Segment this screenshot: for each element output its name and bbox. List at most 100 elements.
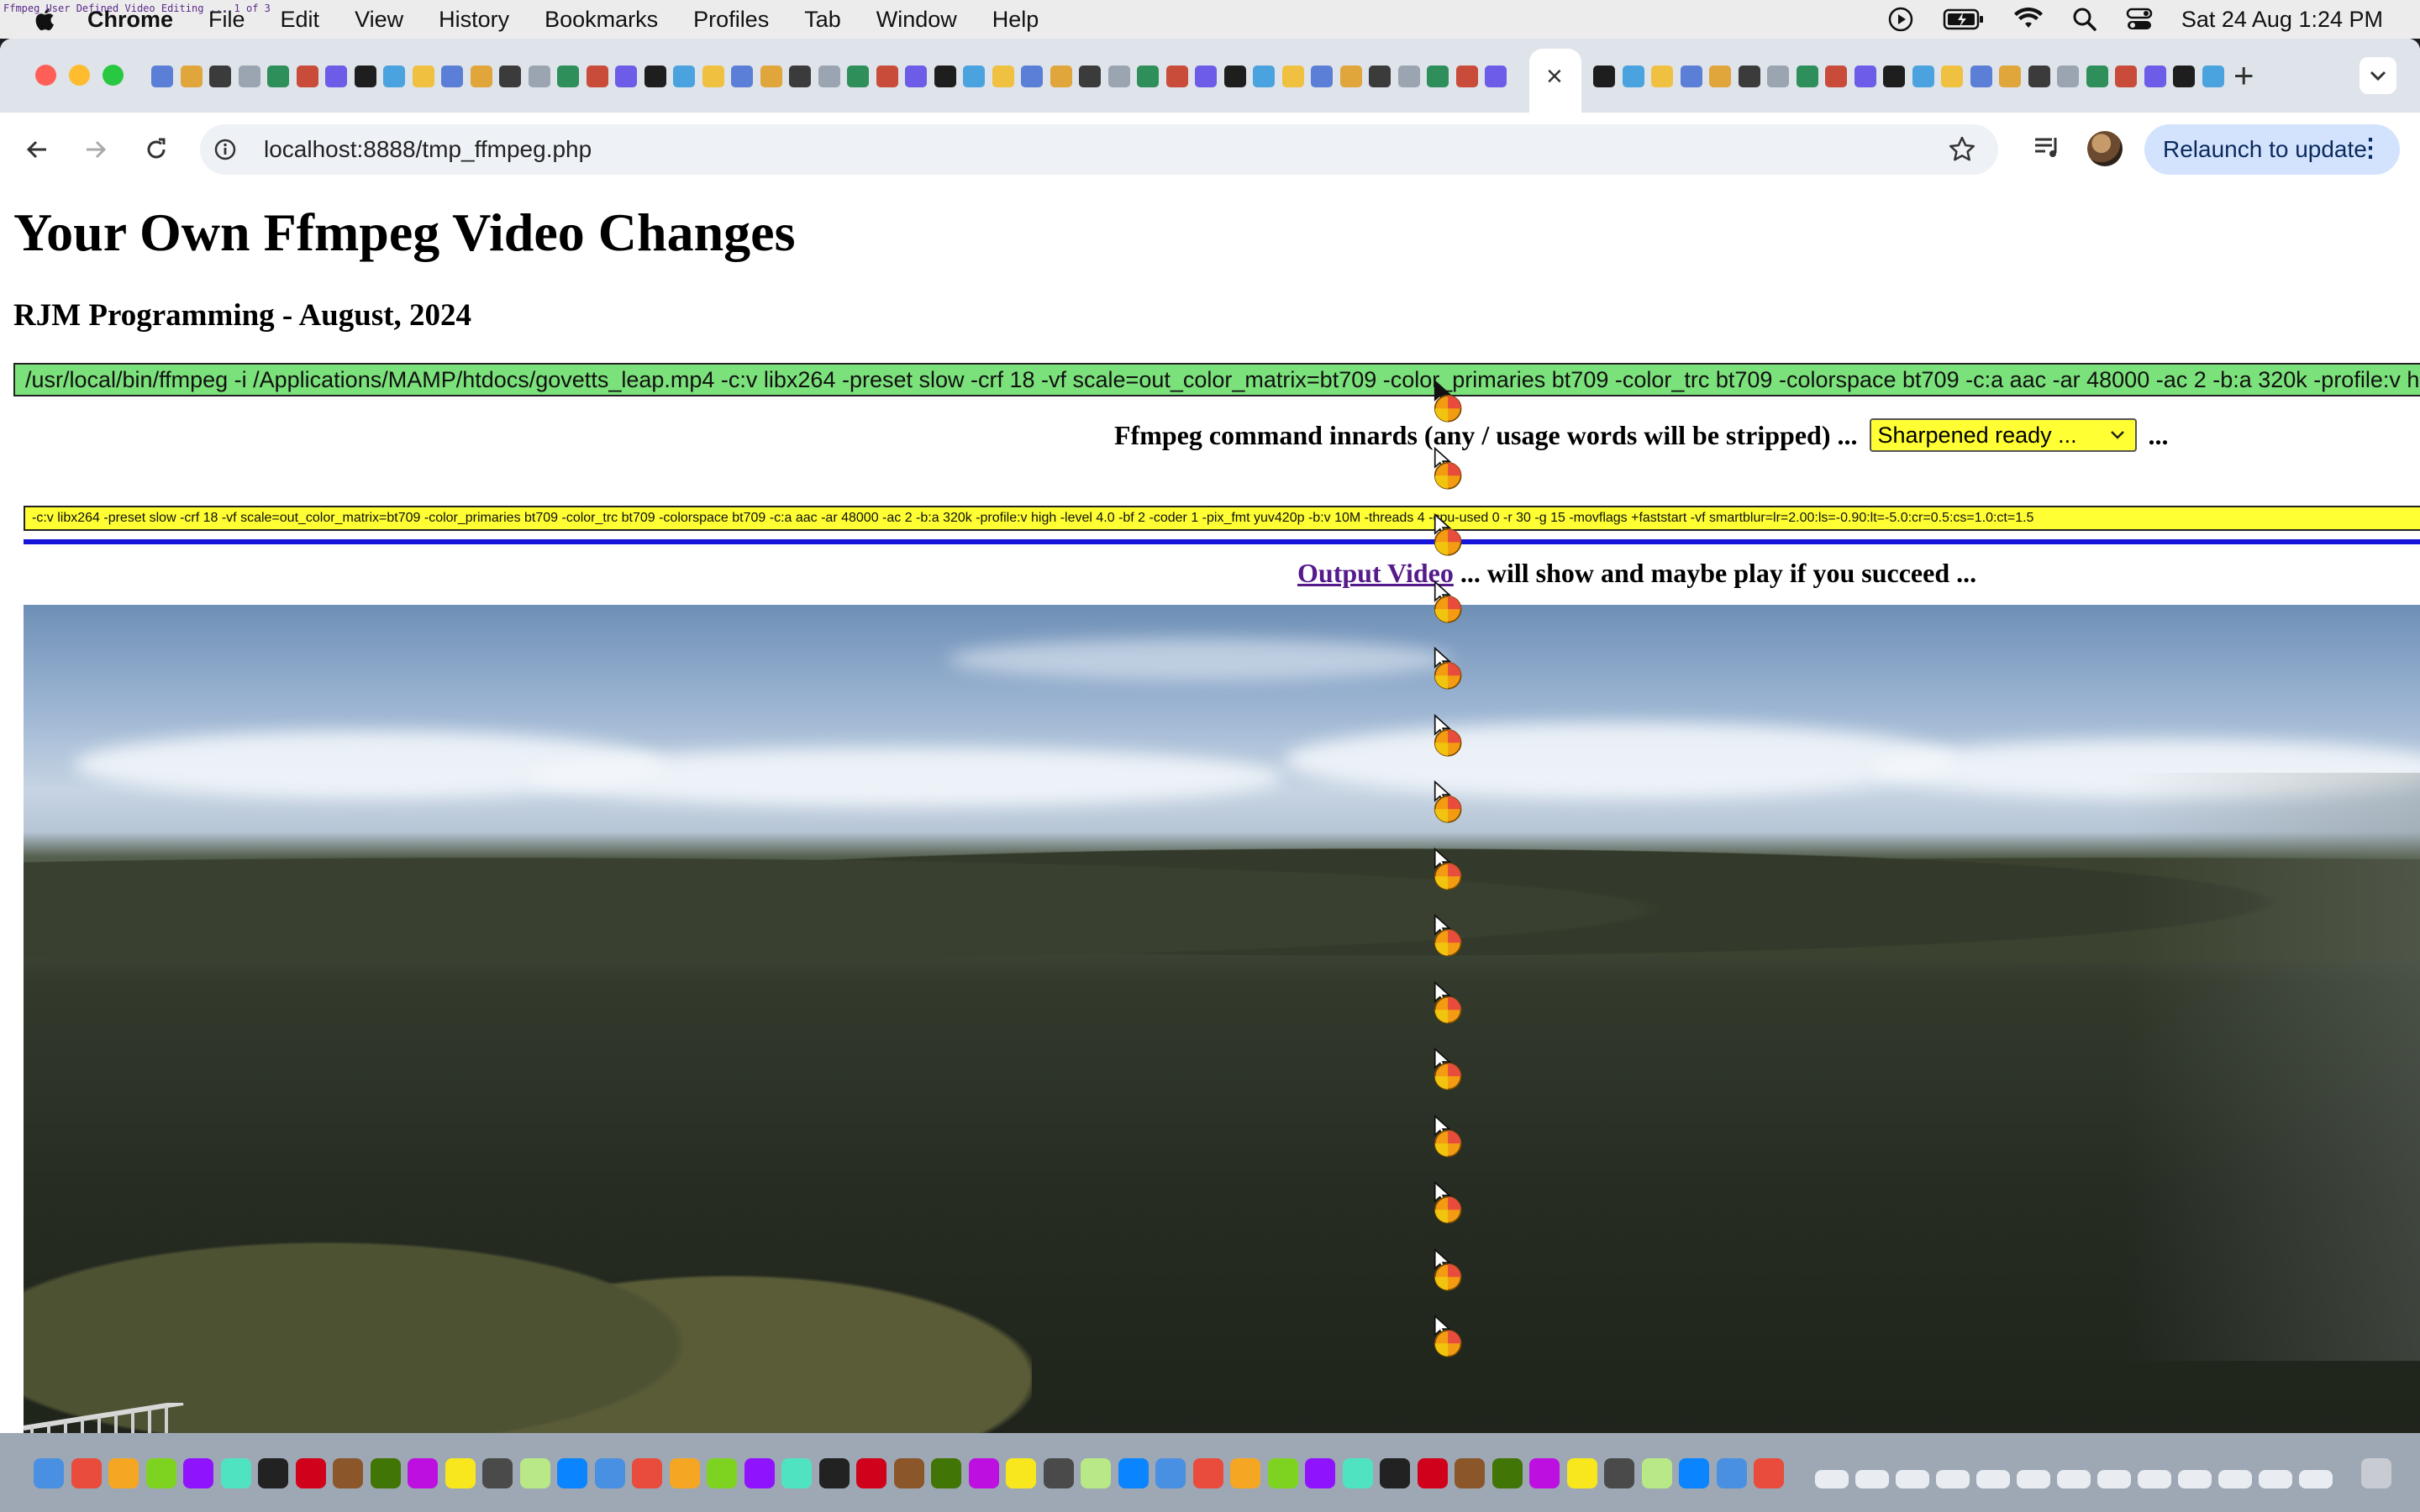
tab-favicon[interactable] [297,66,318,87]
tab-favicon[interactable] [876,66,898,87]
menu-clock[interactable]: Sat 24 Aug 1:24 PM [2181,7,2383,33]
tab-favicon[interactable] [2144,66,2166,87]
spotlight-search-icon[interactable] [2072,7,2097,32]
dock-app-icon[interactable] [1230,1458,1260,1488]
tab-favicon[interactable] [1195,66,1217,87]
tab-favicon[interactable] [1398,66,1420,87]
dock-window-thumbnail[interactable] [2138,1470,2171,1488]
tab-favicon[interactable] [267,66,289,87]
dock-window-thumbnail[interactable] [1855,1470,1889,1488]
output-video-frame[interactable] [24,605,2420,1433]
dock-window-thumbnail[interactable] [1815,1470,1849,1488]
tab-favicon[interactable] [2173,66,2195,87]
tab-favicon[interactable] [181,66,203,87]
tab-favicon[interactable] [1651,66,1673,87]
dock-app-icon[interactable] [1717,1458,1747,1488]
tab-favicon[interactable] [209,66,231,87]
dock-app-icon[interactable] [34,1458,64,1488]
tab-favicon[interactable] [1485,66,1507,87]
tab-favicon[interactable] [1797,66,1818,87]
dock-app-icon[interactable] [707,1458,737,1488]
tab-favicon[interactable] [1854,66,1876,87]
dock-app-icon[interactable] [1044,1458,1074,1488]
dock-app-icon[interactable] [894,1458,924,1488]
play-circle-icon[interactable] [1887,6,1914,33]
reload-button[interactable] [138,131,175,168]
menu-window[interactable]: Window [876,7,957,33]
tab-favicon[interactable] [2086,66,2108,87]
tab-favicon[interactable] [587,66,608,87]
menu-history[interactable]: History [439,7,509,33]
tab-favicon[interactable] [1970,66,1992,87]
tab-favicon[interactable] [1912,66,1934,87]
tab-favicon[interactable] [499,66,521,87]
tab-favicon[interactable] [673,66,695,87]
dock-app-icon[interactable] [1679,1458,1709,1488]
dock-window-thumbnail[interactable] [1976,1470,2010,1488]
dock-app-icon[interactable] [1604,1458,1634,1488]
preset-select[interactable]: Sharpened ready ... [1869,418,2137,452]
bookmark-star-icon[interactable] [1948,135,1976,164]
dock-app-icon[interactable] [856,1458,886,1488]
tab-favicon[interactable] [1767,66,1789,87]
dock-app-icon[interactable] [1193,1458,1223,1488]
dock-app-icon[interactable] [1529,1458,1560,1488]
tab-favicon[interactable] [2028,66,2050,87]
tab-favicon[interactable] [905,66,927,87]
dock-app-icon[interactable] [1118,1458,1149,1488]
dock-window-thumbnail[interactable] [1936,1470,1970,1488]
tab-favicon[interactable] [239,66,260,87]
tab-favicon[interactable] [557,66,579,87]
zoom-window-button[interactable] [103,65,124,86]
tab-favicon[interactable] [1166,66,1188,87]
tab-favicon[interactable] [731,66,753,87]
tab-favicon[interactable] [1021,66,1043,87]
dock-window-thumbnail[interactable] [2178,1470,2212,1488]
tab-favicon[interactable] [1311,66,1333,87]
media-control-icon[interactable] [2032,133,2062,163]
dock-app-icon[interactable] [108,1458,139,1488]
tab-favicon[interactable] [151,66,173,87]
tab-favicon[interactable] [644,66,666,87]
dock-app-icon[interactable] [183,1458,213,1488]
trash-icon[interactable] [2361,1458,2391,1488]
tab-favicon[interactable] [1941,66,1963,87]
dock-window-thumbnail[interactable] [2017,1470,2050,1488]
tab-close-icon[interactable]: × [1546,60,1563,93]
dock-app-icon[interactable] [1455,1458,1485,1488]
forward-button[interactable] [77,131,114,168]
tab-favicon[interactable] [1999,66,2021,87]
tab-favicon[interactable] [529,66,550,87]
profile-avatar[interactable] [2087,131,2123,166]
dock-app-icon[interactable] [557,1458,587,1488]
dock-app-icon[interactable] [1006,1458,1036,1488]
tab-favicon[interactable] [1593,66,1615,87]
tab-favicon[interactable] [1253,66,1275,87]
dock-app-icon[interactable] [1418,1458,1448,1488]
menu-edit[interactable]: Edit [281,7,320,33]
tab-favicon[interactable] [325,66,347,87]
minimize-window-button[interactable] [69,65,90,86]
tab-favicon[interactable] [818,66,840,87]
dock-app-icon[interactable] [1268,1458,1298,1488]
dock-app-icon[interactable] [1081,1458,1111,1488]
more-vert-icon[interactable]: ⋮ [2358,134,2383,163]
dock-app-icon[interactable] [781,1458,812,1488]
tab-favicon[interactable] [1739,66,1760,87]
dock-app-icon[interactable] [969,1458,999,1488]
tab-favicon[interactable] [383,66,405,87]
dock-app-icon[interactable] [371,1458,401,1488]
dock-window-thumbnail[interactable] [2259,1470,2292,1488]
tab-favicon[interactable] [1369,66,1391,87]
dock-app-icon[interactable] [1642,1458,1672,1488]
tab-favicon[interactable] [1709,66,1731,87]
menu-help[interactable]: Help [992,7,1039,33]
dock-app-icon[interactable] [482,1458,513,1488]
tab-favicon[interactable] [1825,66,1847,87]
dock-app-icon[interactable] [1567,1458,1597,1488]
site-info-icon[interactable] [213,138,237,161]
dock-app-icon[interactable] [146,1458,176,1488]
close-window-button[interactable] [35,65,56,86]
dock-app-icon[interactable] [445,1458,476,1488]
tab-favicon[interactable] [615,66,637,87]
